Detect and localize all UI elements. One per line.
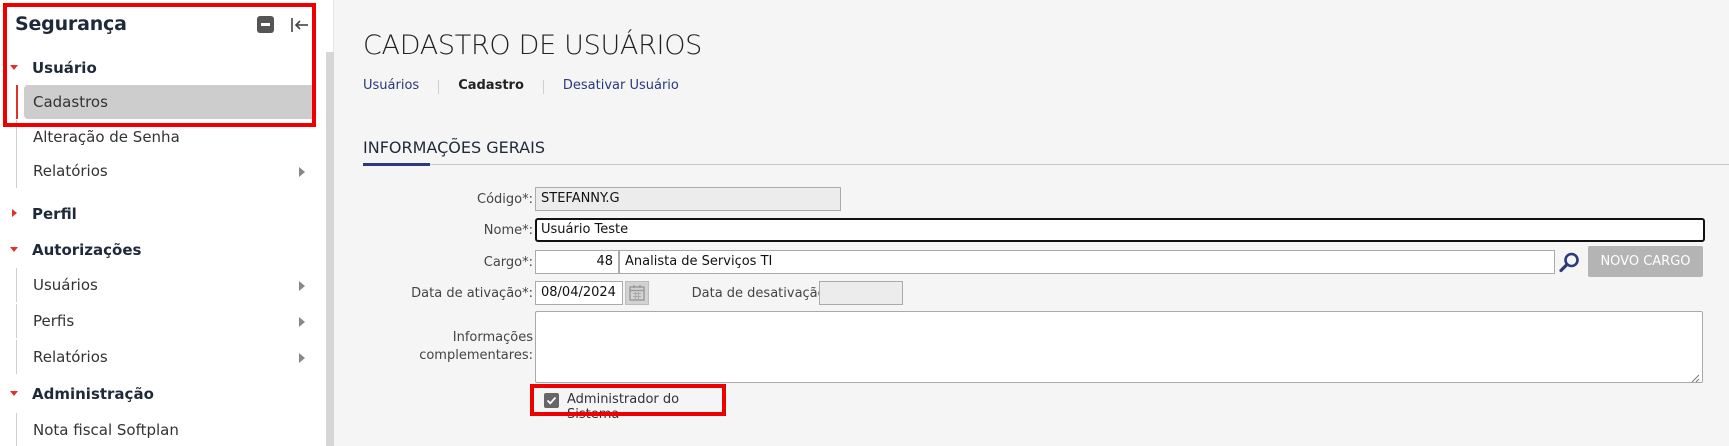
sidebar-item-label: Nota fiscal Softplan [33, 421, 179, 439]
sidebar-item-label: Relatórios [33, 348, 108, 366]
sidebar-item-usuarios[interactable]: Usuários [16, 268, 312, 302]
breadcrumb-separator [542, 80, 544, 94]
sidebar-item-relatorios-autorizacoes[interactable]: Relatórios [16, 340, 312, 374]
sidebar-item-label: Cadastros [33, 93, 108, 111]
app-window: Segurança Usuário Cadastros Alteração de [0, 0, 1729, 446]
chevron-right-icon [299, 167, 305, 177]
breadcrumb-desativar-usuario[interactable]: Desativar Usuário [563, 78, 698, 98]
breadcrumb-cadastro[interactable]: Cadastro [458, 78, 543, 98]
section-title: INFORMAÇÕES GERAIS [363, 138, 545, 157]
chevron-right-icon [299, 353, 305, 363]
sidebar-group-autorizacoes[interactable]: Autorizações [0, 234, 320, 266]
resize-grip-icon[interactable] [1690, 370, 1700, 383]
admin-checkbox-row[interactable]: Administrador do Sistema [530, 384, 726, 422]
collapse-left-icon[interactable] [289, 14, 311, 36]
nome-label: Nome*: [483, 223, 533, 238]
chevron-right-icon [299, 281, 305, 291]
sidebar-title: Segurança [15, 13, 127, 35]
caret-down-icon [10, 391, 18, 396]
sidebar-item-nota-fiscal[interactable]: Nota fiscal Softplan [16, 413, 312, 446]
tree-line [16, 268, 17, 302]
breadcrumb: Usuários Cadastro Desativar Usuário [363, 78, 698, 98]
admin-checkbox[interactable] [544, 393, 559, 408]
page-title: CADASTRO DE USUÁRIOS [363, 30, 703, 61]
chevron-right-icon [299, 317, 305, 327]
sidebar-group-perfil[interactable]: Perfil [0, 198, 320, 230]
codigo-label: Código*: [477, 192, 533, 207]
sidebar-item-label: Perfis [33, 312, 75, 330]
sidebar-group-label: Usuário [32, 59, 97, 77]
search-icon[interactable] [1557, 249, 1583, 275]
data-desativacao-field[interactable] [819, 281, 903, 305]
sidebar-group-administracao[interactable]: Administração [0, 378, 320, 410]
sidebar-item-label: Relatórios [33, 162, 108, 180]
informacoes-label-line2: complementares: [419, 348, 533, 363]
calendar-icon[interactable] [625, 281, 649, 305]
section-underline [363, 163, 430, 166]
cargo-code-field[interactable]: 48 [535, 250, 619, 274]
data-ativacao-label: Data de ativação*: [411, 286, 533, 301]
sidebar-item-label: Usuários [33, 276, 98, 294]
section-divider [363, 164, 1729, 165]
tree-line [16, 154, 17, 188]
data-desativacao-label: Data de desativação: [691, 286, 830, 301]
sidebar-item-alteracao-senha[interactable]: Alteração de Senha [16, 120, 312, 154]
codigo-field[interactable]: STEFANNY.G [535, 187, 841, 211]
tree-line [16, 413, 17, 446]
data-ativacao-field[interactable]: 08/04/2024 [535, 281, 623, 305]
caret-right-icon [12, 209, 17, 217]
breadcrumb-separator [438, 80, 440, 94]
tree-line [16, 85, 18, 119]
novo-cargo-button[interactable]: NOVO CARGO [1588, 246, 1703, 277]
tree-line [16, 120, 17, 154]
sidebar-group-label: Autorizações [32, 241, 142, 259]
sidebar-scrollbar[interactable] [326, 52, 334, 446]
cargo-description-field[interactable]: Analista de Serviços TI [619, 250, 1555, 274]
sidebar-group-usuario[interactable]: Usuário [0, 52, 320, 84]
tree-line [16, 340, 17, 374]
caret-down-icon [10, 65, 18, 70]
main-content: CADASTRO DE USUÁRIOS Usuários Cadastro D… [335, 0, 1729, 446]
sidebar: Segurança Usuário Cadastros Alteração de [0, 0, 334, 446]
sidebar-header: Segurança [0, 0, 334, 52]
sidebar-group-label: Perfil [32, 205, 77, 223]
cargo-label: Cargo*: [483, 255, 533, 270]
sidebar-item-relatorios[interactable]: Relatórios [16, 154, 312, 188]
informacoes-label-line1: Informações [452, 330, 533, 345]
sidebar-item-perfis[interactable]: Perfis [16, 304, 312, 338]
tree-line [16, 304, 17, 338]
caret-down-icon [10, 247, 18, 252]
sidebar-item-label: Alteração de Senha [33, 128, 180, 146]
sidebar-item-cadastros[interactable]: Cadastros [16, 85, 312, 119]
sidebar-group-label: Administração [32, 385, 154, 403]
nome-field[interactable]: Usuário Teste [535, 218, 1705, 242]
breadcrumb-usuarios[interactable]: Usuários [363, 78, 438, 98]
informacoes-textarea[interactable] [535, 311, 1703, 383]
admin-checkbox-label: Administrador do Sistema [567, 392, 680, 422]
minimize-icon[interactable] [257, 16, 274, 33]
